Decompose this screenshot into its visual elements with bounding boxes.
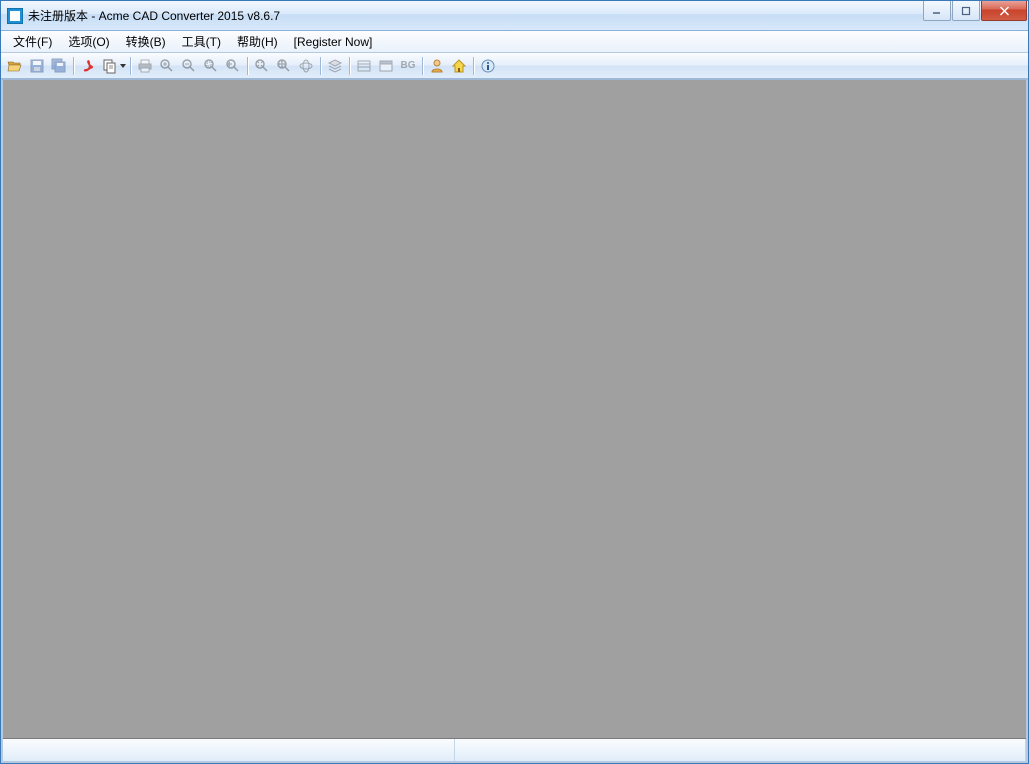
window-controls xyxy=(922,1,1028,21)
pdf-button[interactable] xyxy=(77,55,99,77)
minimize-button[interactable] xyxy=(923,1,951,21)
copy-dropdown[interactable] xyxy=(119,64,127,68)
status-panel-right xyxy=(455,739,1026,761)
saveall-icon xyxy=(51,58,67,74)
layout-icon xyxy=(356,58,372,74)
home-button[interactable] xyxy=(448,55,470,77)
zoom-in-button[interactable] xyxy=(156,55,178,77)
zoom-in-icon xyxy=(159,58,175,74)
zoom-extent-button[interactable] xyxy=(251,55,273,77)
zoom-out-button[interactable] xyxy=(178,55,200,77)
window-icon xyxy=(378,58,394,74)
info-icon xyxy=(480,58,496,74)
layers-icon xyxy=(327,58,343,74)
client-area xyxy=(1,79,1028,763)
home-icon xyxy=(451,58,467,74)
view3d-icon xyxy=(298,58,314,74)
menu-options[interactable]: 选项(O) xyxy=(60,31,117,52)
menu-convert[interactable]: 转换(B) xyxy=(118,31,174,52)
info-button[interactable] xyxy=(477,55,499,77)
menu-register[interactable]: [Register Now] xyxy=(286,33,381,51)
pan-icon xyxy=(276,58,292,74)
pdf-icon xyxy=(80,58,96,74)
workspace[interactable] xyxy=(3,80,1026,739)
save-button[interactable] xyxy=(26,55,48,77)
print-icon xyxy=(137,58,153,74)
save-icon xyxy=(29,58,45,74)
menubar: 文件(F) 选项(O) 转换(B) 工具(T) 帮助(H) [Register … xyxy=(1,31,1028,53)
zoom-out-icon xyxy=(181,58,197,74)
background-icon: BG xyxy=(401,60,416,71)
zoom-prev-button[interactable] xyxy=(222,55,244,77)
maximize-button[interactable] xyxy=(952,1,980,21)
menu-help[interactable]: 帮助(H) xyxy=(229,31,286,52)
app-icon xyxy=(7,8,23,24)
statusbar xyxy=(3,739,1026,761)
user-icon xyxy=(429,58,445,74)
zoom-window-icon xyxy=(203,58,219,74)
view3d-button[interactable] xyxy=(295,55,317,77)
saveall-button[interactable] xyxy=(48,55,70,77)
layout-button[interactable] xyxy=(353,55,375,77)
zoom-prev-icon xyxy=(225,58,241,74)
background-button[interactable]: BG xyxy=(397,55,419,77)
print-button[interactable] xyxy=(134,55,156,77)
window-title: 未注册版本 - Acme CAD Converter 2015 v8.6.7 xyxy=(28,7,922,24)
window-button[interactable] xyxy=(375,55,397,77)
zoom-extent-icon xyxy=(254,58,270,74)
titlebar[interactable]: 未注册版本 - Acme CAD Converter 2015 v8.6.7 xyxy=(1,1,1028,31)
open-icon xyxy=(7,58,23,74)
menu-tools[interactable]: 工具(T) xyxy=(174,31,229,52)
toolbar: BG xyxy=(1,53,1028,79)
open-button[interactable] xyxy=(4,55,26,77)
application-window: 未注册版本 - Acme CAD Converter 2015 v8.6.7 文… xyxy=(0,0,1029,764)
copy-icon xyxy=(102,58,118,74)
copy-button[interactable] xyxy=(99,55,121,77)
zoom-window-button[interactable] xyxy=(200,55,222,77)
pan-button[interactable] xyxy=(273,55,295,77)
close-button[interactable] xyxy=(981,1,1027,21)
menu-file[interactable]: 文件(F) xyxy=(5,31,60,52)
status-panel-left xyxy=(3,739,455,761)
user-button[interactable] xyxy=(426,55,448,77)
layers-button[interactable] xyxy=(324,55,346,77)
